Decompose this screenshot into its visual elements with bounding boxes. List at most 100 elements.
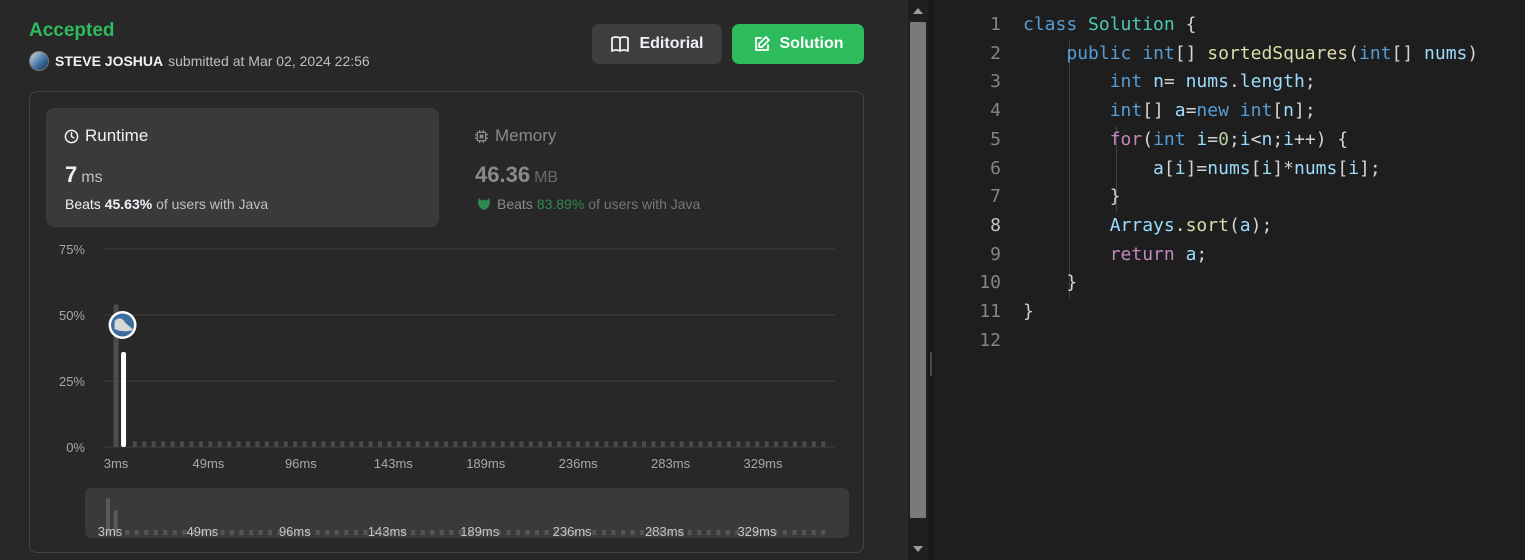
- edit-icon: [754, 36, 770, 51]
- distribution-bar: [821, 441, 826, 447]
- distribution-bar: [132, 441, 137, 447]
- code-text: a[i]=nums[i]*nums[i];: [1023, 155, 1381, 183]
- y-tick-label: 0%: [66, 440, 85, 455]
- distribution-bar: [283, 441, 288, 447]
- code-line[interactable]: 1 class Solution {: [934, 11, 1525, 39]
- distribution-bar: [717, 441, 722, 447]
- line-number: 5: [990, 128, 1001, 150]
- distribution-bar: [792, 441, 797, 447]
- distribution-bar: [745, 441, 750, 447]
- code-token: []: [1142, 100, 1175, 122]
- distribution-bar: [576, 441, 581, 447]
- user-avatar[interactable]: [29, 51, 49, 71]
- code-text: return a;: [1023, 241, 1208, 269]
- scroll-up-arrow-icon[interactable]: [913, 8, 923, 14]
- distribution-bar: [180, 441, 185, 447]
- code-token: ];: [1359, 157, 1381, 179]
- code-line[interactable]: 7 }: [934, 183, 1525, 211]
- line-number: 8: [990, 214, 1001, 236]
- distribution-bar: [689, 441, 694, 447]
- code-token: i: [1261, 157, 1273, 179]
- code-token: n: [1153, 71, 1164, 93]
- distribution-bar: [632, 441, 637, 447]
- code-token: ;: [1272, 128, 1284, 150]
- mini-bar: [687, 530, 692, 535]
- distribution-bar: [660, 441, 665, 447]
- x-tick-label: 3ms: [104, 456, 129, 471]
- scroll-down-arrow-icon[interactable]: [913, 546, 923, 552]
- mini-bar: [249, 530, 254, 535]
- distribution-bar: [642, 441, 647, 447]
- code-line[interactable]: 3 int n= nums.length;: [934, 68, 1525, 96]
- code-token: ;: [1196, 243, 1208, 265]
- code-token: new: [1196, 100, 1229, 122]
- line-number: 6: [990, 157, 1001, 179]
- code-text: for(int i=0;i<n;i++) {: [1023, 126, 1349, 154]
- drag-handle-icon[interactable]: [930, 352, 932, 376]
- distribution-bar: [528, 441, 533, 447]
- x-tick-label: 283ms: [651, 456, 691, 471]
- distribution-bar: [170, 441, 175, 447]
- editorial-button[interactable]: Editorial: [592, 24, 722, 64]
- code-text: class Solution {: [1023, 11, 1196, 39]
- distribution-bar: [189, 441, 194, 447]
- distribution-bar: [349, 441, 354, 447]
- mini-bar: [535, 530, 540, 535]
- distribution-bar: [698, 441, 703, 447]
- distribution-bar: [481, 441, 486, 447]
- code-token: Arrays: [1109, 214, 1175, 236]
- mini-bar: [802, 530, 807, 535]
- code-line[interactable]: 5 for(int i=0;i<n;i++) {: [934, 126, 1525, 154]
- code-line[interactable]: 8 Arrays.sort(a);: [934, 212, 1525, 240]
- code-line[interactable]: 2 public int[] sortedSquares(int[] nums): [934, 40, 1525, 68]
- code-line[interactable]: 4 int[] a=new int[n];: [934, 97, 1525, 125]
- distribution-bar: [726, 441, 731, 447]
- code-token: int: [1359, 42, 1392, 64]
- solution-button[interactable]: Solution: [732, 24, 864, 64]
- distribution-bar: [378, 441, 383, 447]
- submitter-name[interactable]: STEVE JOSHUA: [55, 53, 163, 69]
- code-editor[interactable]: 1 class Solution {2 public int[] sortedSq…: [934, 0, 1525, 560]
- distribution-bar: [519, 441, 524, 447]
- code-token: a: [1185, 243, 1197, 265]
- mini-bar: [430, 530, 435, 535]
- distribution-bar: [510, 441, 515, 447]
- distribution-bar: [217, 441, 222, 447]
- panel-scrollbar[interactable]: [908, 0, 928, 560]
- code-token: (: [1228, 214, 1240, 236]
- scrollbar-thumb[interactable]: [910, 22, 926, 518]
- user-avatar-marker[interactable]: [108, 311, 137, 339]
- code-token: =: [1185, 100, 1197, 122]
- code-token: =: [1163, 71, 1186, 93]
- y-tick-label: 50%: [59, 308, 85, 323]
- distribution-bar: [340, 441, 345, 447]
- code-token: class: [1023, 14, 1078, 35]
- code-line[interactable]: 12: [934, 327, 1525, 355]
- code-text: Arrays.sort(a);: [1023, 212, 1273, 240]
- code-token: int: [1109, 100, 1143, 122]
- submission-status: Accepted: [29, 20, 115, 41]
- code-token: =: [1207, 128, 1219, 150]
- line-number: 10: [979, 272, 1001, 294]
- distribution-bar: [312, 441, 317, 447]
- runtime-distribution-chart[interactable]: 75% 50% 25% 0% 3ms 49ms 96ms 143ms 189ms 236ms 283…: [30, 92, 865, 554]
- code-line[interactable]: 10 }: [934, 269, 1525, 297]
- x-tick-label: 236ms: [559, 456, 599, 471]
- code-line[interactable]: 9 return a;: [934, 241, 1525, 269]
- code-token: );: [1250, 214, 1273, 236]
- distribution-bar: [151, 441, 156, 447]
- mini-bar: [544, 530, 549, 535]
- distribution-bar: [302, 441, 307, 447]
- distribution-bar: [264, 441, 269, 447]
- code-line[interactable]: 6 a[i]=nums[i]*nums[i];: [934, 155, 1525, 183]
- code-line[interactable]: 11}: [934, 298, 1525, 326]
- submitter-row: STEVE JOSHUA submitted at Mar 02, 2024 2…: [29, 51, 370, 71]
- mini-x-tick-label: 236ms: [553, 524, 593, 539]
- code-token: ): [1467, 42, 1479, 64]
- distribution-bar: [566, 441, 571, 447]
